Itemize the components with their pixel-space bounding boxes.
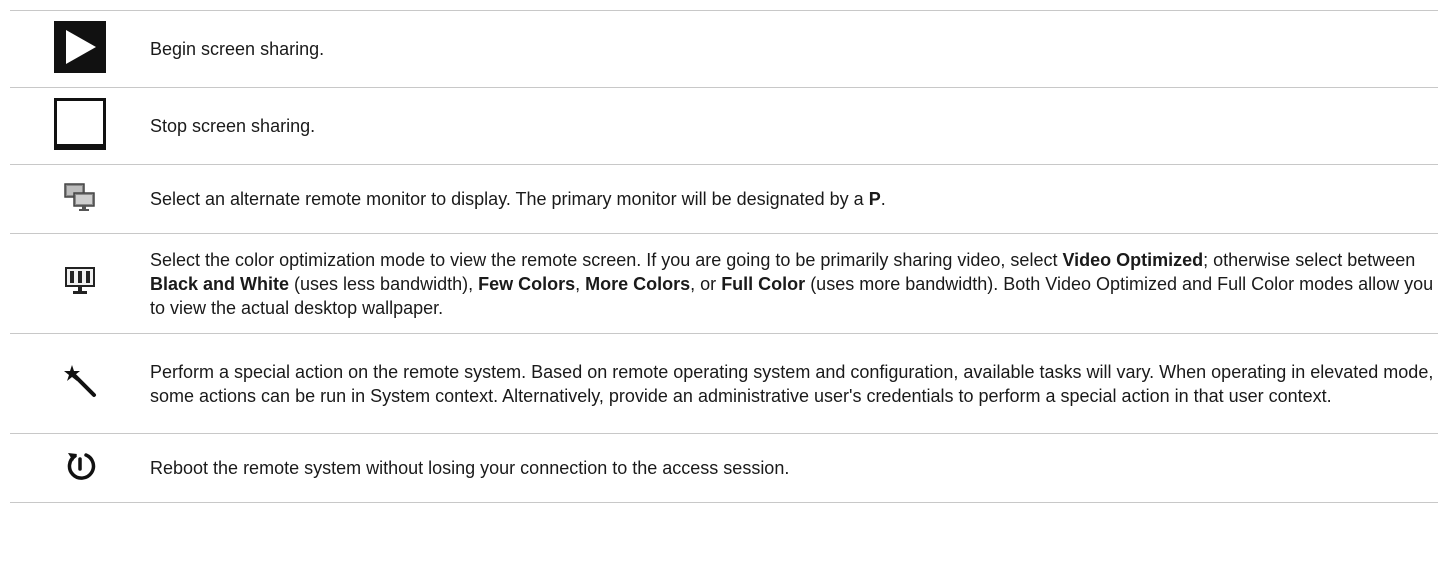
stop-icon (54, 97, 106, 150)
row-text-bold: Few Colors (478, 273, 576, 294)
row-text: Select an alternate remote monitor to di… (150, 189, 869, 209)
row-text-bold: More Colors (585, 273, 691, 294)
table-row: Reboot the remote system without losing … (10, 433, 1438, 503)
row-description: Perform a special action on the remote s… (150, 333, 1438, 434)
row-text-bold: Full Color (721, 273, 806, 294)
row-text: Select the color optimization mode to vi… (150, 249, 1063, 270)
row-description: Begin screen sharing. (150, 10, 1438, 88)
row-text: ; otherwise select between (1203, 249, 1416, 270)
icon-cell (10, 233, 150, 334)
row-description: Select an alternate remote monitor to di… (150, 164, 1438, 234)
row-text: . (880, 189, 886, 209)
row-text: (uses less bandwidth), (289, 273, 479, 294)
icon-cell (10, 87, 150, 165)
row-text: , (575, 273, 586, 294)
table-row: Stop screen sharing. (10, 87, 1438, 165)
row-text: Begin screen sharing. (150, 39, 325, 59)
row-text: Reboot the remote system without losing … (150, 458, 790, 478)
row-text-bold: Video Optimized (1062, 249, 1204, 270)
row-description: Select the color optimization mode to vi… (150, 233, 1438, 334)
row-text: Stop screen sharing. (150, 116, 316, 136)
row-description: Reboot the remote system without losing … (150, 433, 1438, 503)
row-text-bold: Black and White (150, 273, 290, 294)
monitors-icon (63, 182, 97, 212)
icon-cell (10, 164, 150, 234)
row-description: Stop screen sharing. (150, 87, 1438, 165)
row-text-bold: P (868, 189, 881, 209)
row-text: , or (690, 273, 722, 294)
table-row: Perform a special action on the remote s… (10, 333, 1438, 434)
table-row: Select the color optimization mode to vi… (10, 233, 1438, 334)
table-row: Begin screen sharing. (10, 10, 1438, 88)
row-text: Perform a special action on the remote s… (150, 361, 1434, 406)
icon-cell (10, 433, 150, 503)
color-mode-icon (64, 265, 96, 297)
icon-cell (10, 10, 150, 88)
feature-table: Begin screen sharing. Stop screen sharin… (10, 10, 1438, 503)
icon-cell (10, 333, 150, 434)
table-row: Select an alternate remote monitor to di… (10, 164, 1438, 234)
magic-wand-icon (63, 364, 97, 398)
play-icon (54, 20, 106, 73)
reboot-icon (64, 450, 96, 482)
